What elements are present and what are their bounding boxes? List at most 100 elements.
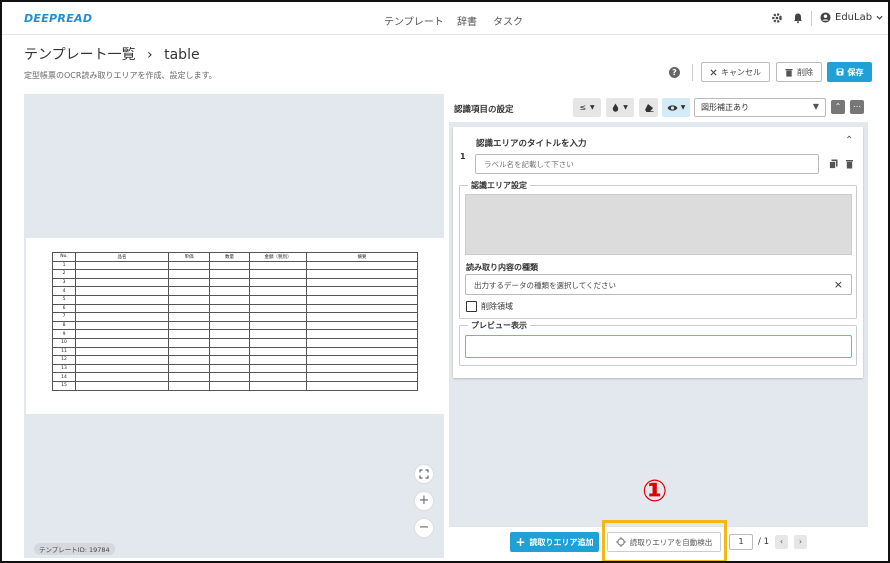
breadcrumb-separator: › xyxy=(147,47,153,63)
save-button[interactable]: 保存 xyxy=(827,62,872,82)
eye-icon xyxy=(667,104,678,111)
table-cell xyxy=(168,260,210,271)
table-row: 7 xyxy=(52,312,418,322)
save-icon xyxy=(836,68,843,76)
trash-icon xyxy=(785,68,793,77)
table-cell xyxy=(209,363,250,374)
caret-down-icon: ▼ xyxy=(623,104,628,111)
more-icon: ⋯ xyxy=(853,102,861,111)
row-number-cell: 15 xyxy=(52,380,76,391)
annotation-number-one: ① xyxy=(642,474,668,509)
next-page-button[interactable]: › xyxy=(794,535,807,549)
table-cell xyxy=(168,380,210,391)
row-number-cell: 4 xyxy=(52,286,76,296)
visibility-dropdown[interactable]: ▼ xyxy=(662,98,690,117)
trash-icon[interactable] xyxy=(845,159,854,169)
preview-field[interactable] xyxy=(465,335,852,358)
breadcrumb-templates[interactable]: テンプレート一覧 xyxy=(24,47,136,63)
row-number-cell: 2 xyxy=(52,269,76,279)
table-cell xyxy=(209,320,250,331)
table-cell xyxy=(306,303,418,314)
more-options-button[interactable]: ⋯ xyxy=(850,100,864,114)
fit-screen-button[interactable] xyxy=(414,464,434,484)
divider xyxy=(811,11,812,26)
label-name-input[interactable] xyxy=(475,154,819,174)
row-number-cell: 13 xyxy=(52,363,76,374)
table-cell xyxy=(306,372,418,382)
color-dropdown[interactable]: ▼ xyxy=(606,98,634,117)
table-header-cell: 数量 xyxy=(209,252,250,262)
table-row: 3 xyxy=(52,277,418,288)
delete-area-label: 削除領域 xyxy=(481,302,513,311)
table-cell xyxy=(75,303,169,314)
table-cell xyxy=(75,346,169,357)
help-icon[interactable]: ? xyxy=(669,67,680,78)
clear-icon[interactable]: × xyxy=(834,278,843,291)
correction-select[interactable]: 図形補正あり ▼ xyxy=(694,98,826,117)
chevron-left-icon: ‹ xyxy=(779,537,784,546)
user-menu[interactable]: EduLab xyxy=(820,12,883,23)
table-cell xyxy=(75,372,169,382)
collapse-all-button[interactable]: ⌃ xyxy=(831,100,845,114)
app-window: DEEPREAD テンプレート 辞書 タスク EduLab テンプレート一覧 ›… xyxy=(0,0,890,563)
cancel-button-label: キャンセル xyxy=(721,67,761,77)
table-row: 5 xyxy=(52,294,418,305)
page-description: 定型帳票のOCR読み取りエリアを作成、設定します。 xyxy=(24,71,217,80)
table-cell xyxy=(209,355,250,365)
user-name: EduLab xyxy=(835,12,873,23)
nav-tasks[interactable]: タスク xyxy=(493,13,523,28)
add-read-area-button[interactable]: + 読取りエリア追加 xyxy=(510,532,599,552)
close-icon xyxy=(710,68,717,76)
app-logo[interactable]: DEEPREAD xyxy=(24,12,92,25)
row-number-cell: 11 xyxy=(52,346,76,357)
nav-templates[interactable]: テンプレート xyxy=(384,13,444,28)
zoom-out-button[interactable]: − xyxy=(414,518,434,538)
table-cell xyxy=(306,312,418,322)
table-cell xyxy=(168,320,210,331)
table-cell xyxy=(249,380,307,391)
template-canvas[interactable]: No. 品名 単価 数量 金額（税別） 摘要 1 2 3 4 5 6 7 8 9 10 11 12 13… xyxy=(24,94,444,558)
table-cell xyxy=(249,260,307,271)
table-row: 15 xyxy=(52,380,418,391)
table-cell xyxy=(249,346,307,357)
item-title: 認識エリアのタイトルを入力 xyxy=(476,139,587,149)
eraser-button[interactable] xyxy=(639,98,658,117)
prev-page-button[interactable]: ‹ xyxy=(775,535,788,549)
table-cell xyxy=(249,294,307,305)
table-cell xyxy=(75,380,169,391)
read-type-select[interactable]: 出力するデータの種類を選択してください × xyxy=(465,274,852,295)
table-cell xyxy=(249,303,307,314)
delete-area-checkbox[interactable] xyxy=(466,301,477,312)
breadcrumb-current: table xyxy=(164,47,200,63)
table-cell xyxy=(168,363,210,374)
row-number-cell: 10 xyxy=(52,337,76,348)
delete-button[interactable]: 削除 xyxy=(776,62,822,82)
zoom-in-button[interactable]: + xyxy=(414,491,434,511)
expand-icon xyxy=(419,469,429,479)
user-avatar-icon xyxy=(820,12,831,23)
row-number-cell: 8 xyxy=(52,320,76,331)
table-cell xyxy=(249,320,307,331)
nav-dictionary[interactable]: 辞書 xyxy=(457,13,477,28)
table-cell xyxy=(249,329,307,339)
lte-icon: ≤ xyxy=(579,103,587,112)
document-table: No. 品名 単価 数量 金額（税別） 摘要 1 2 3 4 5 6 7 8 9 10 11 12 13… xyxy=(52,252,418,391)
table-row: 4 xyxy=(52,286,418,296)
copy-icon[interactable] xyxy=(829,159,838,169)
table-row: 6 xyxy=(52,303,418,314)
table-cell xyxy=(249,355,307,365)
minus-icon: − xyxy=(418,520,430,535)
gear-icon[interactable] xyxy=(771,12,783,24)
page-number-input[interactable]: 1 xyxy=(729,534,753,550)
table-cell xyxy=(209,277,250,288)
table-cell xyxy=(168,269,210,279)
table-row: 1 xyxy=(52,260,418,271)
table-cell xyxy=(209,329,250,339)
cancel-button[interactable]: キャンセル xyxy=(701,62,770,82)
chevron-up-icon[interactable]: ⌃ xyxy=(845,135,853,146)
divider xyxy=(692,64,693,81)
operator-dropdown[interactable]: ≤ ▼ xyxy=(573,98,601,117)
document-page[interactable]: No. 品名 単価 数量 金額（税別） 摘要 1 2 3 4 5 6 7 8 9 10 11 12 13… xyxy=(26,238,444,414)
table-cell xyxy=(75,269,169,279)
bell-icon[interactable] xyxy=(792,12,804,24)
